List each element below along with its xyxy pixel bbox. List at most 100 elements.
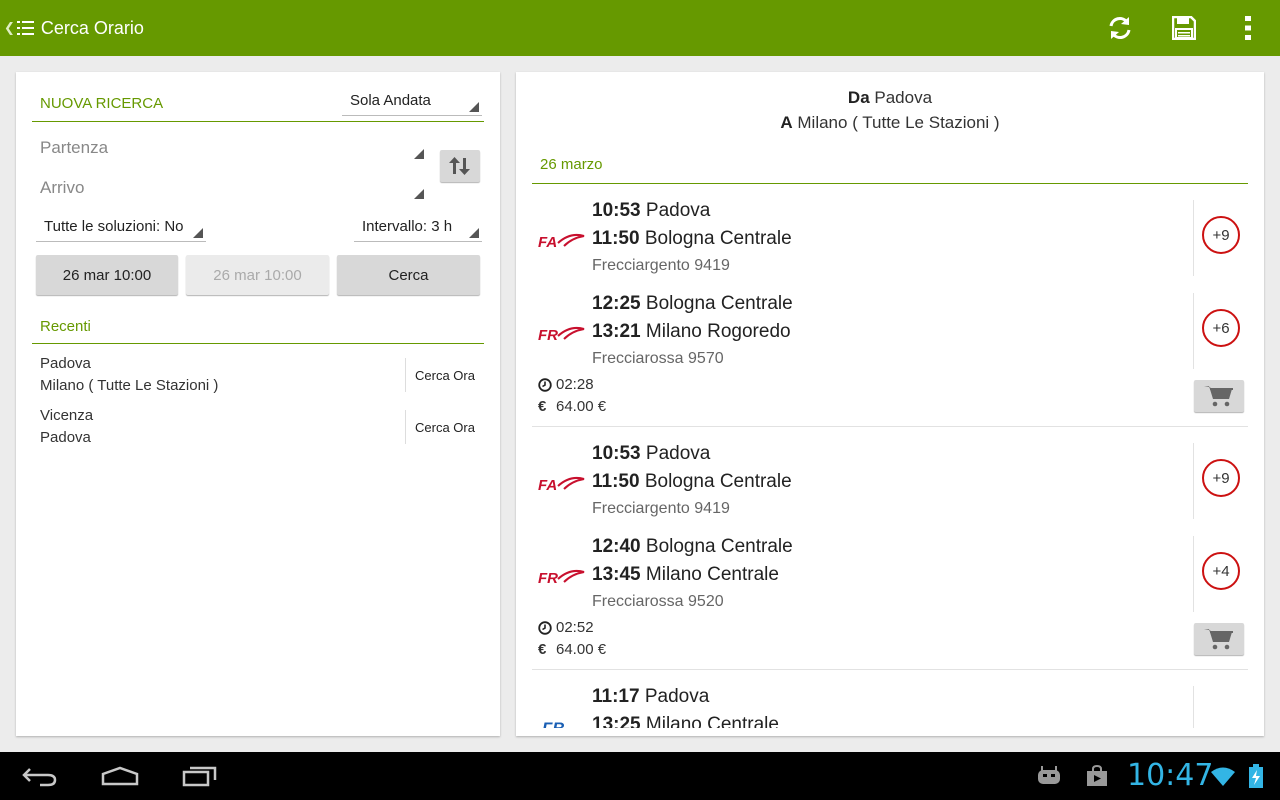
frecciargento-logo: FA [538,476,585,494]
recent-apps-icon [182,766,217,787]
train-leg[interactable]: FR 12:40 Bologna Centrale 13:45 Milano C… [532,536,1248,620]
departure-station: Padova [645,200,711,221]
departure-time: 10:53 [592,200,641,221]
recent-to: Padova [40,429,91,446]
arrival-time: 13:25 [592,714,641,728]
recent-search-now-button[interactable]: Cerca Ora [405,358,484,392]
clock-icon [538,620,556,635]
duration-row: 02:28 [538,376,594,393]
dropdown-triangle-icon [469,228,479,238]
train-name: Frecciarossa 9520 [592,593,724,610]
system-navigation-bar: 10:47 [0,752,1280,800]
arrival-station: Milano Centrale [645,564,779,585]
recent-from: Vicenza [40,407,94,424]
train-name: Frecciarossa 9570 [592,350,724,367]
delay-badge[interactable]: +4 [1202,552,1240,590]
buy-ticket-button[interactable] [1194,623,1244,655]
trip-type-spinner[interactable]: Sola Andata [342,92,482,116]
home-button[interactable] [96,752,144,800]
train-leg[interactable]: FR 12:25 Bologna Centrale 13:21 Milano R… [532,293,1248,377]
from-label: Da [847,88,870,107]
departure-date-button[interactable]: 26 mar 10:00 [36,255,178,295]
departure-station: Bologna Centrale [645,536,793,557]
cart-icon [1204,629,1233,650]
search-button[interactable]: Cerca [337,255,480,295]
action-bar: ❮ Cerca Orario [0,0,1280,56]
buy-ticket-button[interactable] [1194,380,1244,412]
svg-text:FA: FA [538,234,557,251]
interval-value: Intervallo: 3 h [362,218,453,235]
return-date-button[interactable]: 26 mar 10:00 [186,255,329,295]
new-search-title: NUOVA RICERCA [40,95,164,112]
all-solutions-value: Tutte le soluzioni: No [44,218,184,235]
all-solutions-spinner[interactable]: Tutte le soluzioni: No [36,218,206,242]
recent-item[interactable]: Vicenza Padova [40,405,93,449]
recent-search-now-button[interactable]: Cerca Ora [405,410,484,444]
save-icon [1172,16,1196,40]
date-header: 26 marzo [532,156,1248,184]
train-leg[interactable]: FB 11:17 Padova 13:25 Milano Centrale [532,686,1248,728]
euro-icon: € [538,641,547,658]
back-button[interactable] [16,752,64,800]
search-panel: NUOVA RICERCA Sola Andata Partenza Arriv… [16,72,500,736]
back-icon [22,768,57,787]
dropdown-triangle-icon [193,228,203,238]
duration-row: 02:52 [538,619,594,636]
results-panel: Da Padova A Milano ( Tutte Le Stazioni )… [516,72,1264,736]
arrival-dropdown-icon[interactable] [414,189,424,199]
recent-item[interactable]: Padova Milano ( Tutte Le Stazioni ) [40,353,218,397]
svg-text:FR: FR [538,327,558,344]
frecciargento-logo: FA [538,233,585,251]
to-label: A [780,113,793,132]
app-list-icon [16,21,34,35]
departure-time: 12:40 [592,536,641,557]
up-navigation[interactable]: ❮ Cerca Orario [0,0,144,56]
departure-station: Padova [645,443,711,464]
divider [1193,200,1194,276]
duration-value: 02:28 [556,376,594,393]
overflow-menu-button[interactable] [1216,0,1280,56]
save-button[interactable] [1152,0,1216,56]
departure-time: 12:25 [592,293,641,314]
train-leg[interactable]: FA 10:53 Padova 11:50 Bologna Centrale F… [532,443,1248,527]
refresh-icon [1109,17,1131,39]
arrival-field[interactable]: Arrivo [40,178,84,198]
notification-robot-icon[interactable] [1034,752,1064,800]
departure-field[interactable]: Partenza [40,138,108,158]
frecciarossa-logo: FR [538,569,585,587]
departure-time: 11:17 [592,686,640,707]
recent-to: Milano ( Tutte Le Stazioni ) [40,377,219,394]
date-label: 26 marzo [540,156,603,173]
departure-dropdown-icon[interactable] [414,149,424,159]
delay-badge[interactable]: +9 [1202,459,1240,497]
price-value: 64.00 € [556,641,607,658]
interval-spinner[interactable]: Intervallo: 3 h [354,218,482,242]
home-icon [101,766,139,786]
recents-title: Recenti [40,318,91,335]
recent-from: Padova [40,355,91,372]
frecciarossa-logo: FR [538,326,585,344]
route-to: A Milano ( Tutte Le Stazioni ) [516,113,1264,133]
overflow-menu-icon [1245,16,1251,40]
arrival-time: 11:50 [592,471,640,492]
battery-icon [1244,752,1268,800]
delay-badge[interactable]: +6 [1202,309,1240,347]
svg-text:FR: FR [538,570,558,587]
arrival-station: Milano Centrale [645,714,779,728]
cart-icon [1204,386,1233,407]
duration-value: 02:52 [556,619,594,636]
refresh-button[interactable] [1088,0,1152,56]
delay-badge[interactable]: +9 [1202,216,1240,254]
route-from: Da Padova [516,88,1264,108]
train-leg[interactable]: FA 10:53 Padova 11:50 Bologna Centrale F… [532,200,1248,284]
solution-divider [532,669,1248,670]
recent-apps-button[interactable] [176,752,224,800]
clock-icon [538,377,556,392]
swap-arrows-icon [449,157,470,175]
swap-stations-button[interactable] [440,150,480,182]
divider [1193,686,1194,728]
notification-store-icon[interactable] [1082,752,1112,800]
departure-station: Padova [644,686,710,707]
divider [1193,443,1194,519]
frecciabianca-logo: FB [542,719,565,728]
